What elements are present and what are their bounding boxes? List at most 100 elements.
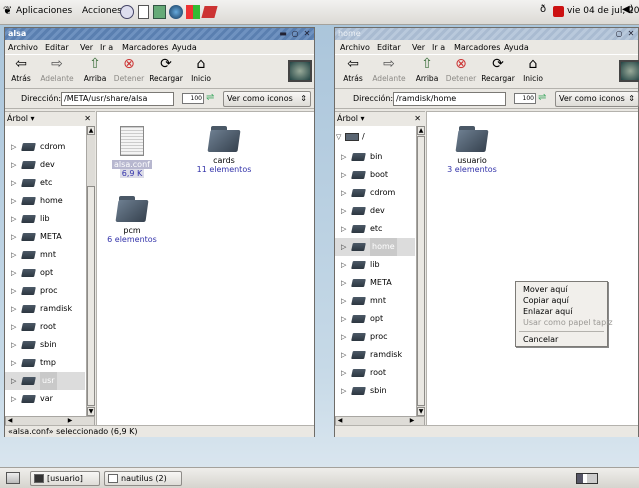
taskbar-button-nautilus[interactable]: nautilus (2)	[104, 471, 182, 486]
expander-icon[interactable]: ▷	[341, 256, 346, 274]
tree-item-root-dir[interactable]: ▽ /	[335, 128, 415, 146]
expander-icon[interactable]: ▷	[341, 238, 346, 256]
expander-icon[interactable]: ▷	[11, 264, 16, 282]
tree-item-var[interactable]: ▷ var	[5, 390, 85, 408]
sidebar-vertical-scrollbar[interactable]: ▲ ▼	[416, 126, 425, 416]
expanded-icon[interactable]: ▽	[336, 128, 341, 146]
forward-button[interactable]: ⇨ Adelante	[39, 56, 75, 83]
forward-button[interactable]: ⇨ Adelante	[371, 56, 407, 83]
cancel-item[interactable]: Cancelar	[523, 335, 558, 344]
tree-item-meta[interactable]: ▷ META	[5, 228, 85, 246]
tree-item-root[interactable]: ▷ root	[5, 318, 85, 336]
scroll-up-icon[interactable]: ▲	[87, 126, 95, 135]
tree-item-sbin[interactable]: ▷ sbin	[335, 382, 415, 400]
expander-icon[interactable]: ▷	[11, 318, 16, 336]
expander-icon[interactable]: ▷	[341, 310, 346, 328]
folder-icon-cards[interactable]: cards 11 elementos	[189, 126, 259, 174]
scroll-down-icon[interactable]: ▼	[87, 407, 95, 416]
browser-launcher-icon[interactable]	[169, 5, 183, 19]
expander-icon[interactable]: ▷	[341, 184, 346, 202]
expander-icon[interactable]: ▷	[11, 174, 16, 192]
dropdown-icon[interactable]: ▾	[361, 114, 365, 123]
expander-icon[interactable]: ▷	[11, 228, 16, 246]
move-here-item[interactable]: Mover aquí	[523, 285, 568, 294]
tree-item-proc[interactable]: ▷ proc	[5, 282, 85, 300]
expander-icon[interactable]: ▷	[341, 364, 346, 382]
menu-marcadores[interactable]: Marcadores	[454, 43, 500, 52]
expander-icon[interactable]: ▷	[341, 274, 346, 292]
workspace-switcher[interactable]	[576, 473, 598, 484]
view-mode-select[interactable]: Ver como iconos ⇕	[555, 91, 639, 107]
home-button[interactable]: ⌂ Inicio	[520, 56, 546, 83]
scroll-right-icon[interactable]: ▶	[408, 417, 416, 425]
scroll-left-icon[interactable]: ◀	[6, 417, 14, 425]
reload-button[interactable]: ⟳ Recargar	[148, 56, 184, 83]
applications-menu[interactable]: Aplicaciones	[16, 6, 72, 16]
menu-ir-a[interactable]: Ir a	[100, 43, 113, 52]
document-launcher-icon[interactable]	[138, 5, 149, 19]
stop-button[interactable]: ⊗ Detener	[444, 56, 478, 83]
zoom-level[interactable]: 100	[182, 93, 204, 104]
address-input[interactable]: /ramdisk/home	[393, 92, 506, 106]
menu-ver[interactable]: Ver	[80, 43, 93, 52]
file-icon-alsa-conf[interactable]: alsa.conf 6,9 K	[97, 126, 167, 178]
scroll-up-icon[interactable]: ▲	[417, 126, 425, 135]
expander-icon[interactable]: ▷	[341, 382, 346, 400]
titlebar[interactable]: alsa ▬ ○ ✕	[5, 28, 314, 40]
expander-icon[interactable]: ▷	[11, 390, 16, 408]
menu-ayuda[interactable]: Ayuda	[172, 43, 197, 52]
tree-item-home[interactable]: ▷ home	[335, 238, 415, 256]
home-button[interactable]: ⌂ Inicio	[188, 56, 214, 83]
tree-item-etc[interactable]: ▷ etc	[335, 220, 415, 238]
editor-launcher-icon[interactable]	[153, 5, 166, 19]
minimize-icon[interactable]: ▬	[278, 29, 288, 39]
tree-item-lib[interactable]: ▷ lib	[335, 256, 415, 274]
tree-item-ramdisk[interactable]: ▷ ramdisk	[335, 346, 415, 364]
tree-item-lib[interactable]: ▷ lib	[5, 210, 85, 228]
expander-icon[interactable]: ▷	[11, 246, 16, 264]
tree-item-proc[interactable]: ▷ proc	[335, 328, 415, 346]
back-button[interactable]: ⇦ Atrás	[7, 56, 35, 83]
up-button[interactable]: ⇧ Arriba	[413, 56, 441, 83]
tree-item-sbin[interactable]: ▷ sbin	[5, 336, 85, 354]
expander-icon[interactable]: ▷	[11, 192, 16, 210]
menu-editar[interactable]: Editar	[377, 43, 401, 52]
volume-icon[interactable]: ◀)	[622, 4, 634, 15]
tree-item-dev[interactable]: ▷ dev	[335, 202, 415, 220]
taskbar-button-terminal[interactable]: [usuario]	[30, 471, 100, 486]
maximize-icon[interactable]: ○	[614, 29, 624, 39]
tree-item-opt[interactable]: ▷ opt	[5, 264, 85, 282]
game-launcher-icon[interactable]	[201, 6, 218, 18]
tree-item-tmp[interactable]: ▷ tmp	[5, 354, 85, 372]
tree-item-opt[interactable]: ▷ opt	[335, 310, 415, 328]
user-switch-icon[interactable]: ð	[540, 4, 546, 15]
link-here-item[interactable]: Enlazar aquí	[523, 307, 572, 316]
scroll-left-icon[interactable]: ◀	[336, 417, 344, 425]
tree-item-root[interactable]: ▷ root	[335, 364, 415, 382]
tree-item-boot[interactable]: ▷ boot	[335, 166, 415, 184]
expander-icon[interactable]: ▷	[11, 282, 16, 300]
sidebar-close-icon[interactable]: ✕	[414, 112, 421, 126]
menu-editar[interactable]: Editar	[45, 43, 69, 52]
expander-icon[interactable]: ▷	[11, 300, 16, 318]
menu-ver[interactable]: Ver	[412, 43, 425, 52]
titlebar[interactable]: home ○ ✕	[335, 28, 638, 40]
menu-ir-a[interactable]: Ir a	[432, 43, 445, 52]
expander-icon[interactable]: ▷	[11, 372, 16, 390]
expander-icon[interactable]: ▷	[341, 328, 346, 346]
foot-icon[interactable]: ❦	[3, 4, 12, 17]
scrollbar-thumb[interactable]	[417, 136, 425, 406]
actions-menu[interactable]: Acciones	[82, 6, 122, 16]
tree-item-meta[interactable]: ▷ META	[335, 274, 415, 292]
address-input[interactable]: /META/usr/share/alsa	[61, 92, 174, 106]
tree-item-cdrom[interactable]: ▷ cdrom	[335, 184, 415, 202]
tree-item-bin[interactable]: ▷ bin	[335, 148, 415, 166]
zoom-level[interactable]: 100	[514, 93, 536, 104]
folder-icon-usuario[interactable]: usuario 3 elementos	[437, 126, 507, 174]
office-launcher-icon[interactable]	[186, 5, 200, 19]
show-desktop-icon[interactable]	[6, 472, 20, 484]
expander-icon[interactable]: ▷	[11, 138, 16, 156]
sidebar-vertical-scrollbar[interactable]: ▲ ▼	[86, 126, 95, 416]
back-button[interactable]: ⇦ Atrás	[339, 56, 367, 83]
up-button[interactable]: ⇧ Arriba	[81, 56, 109, 83]
